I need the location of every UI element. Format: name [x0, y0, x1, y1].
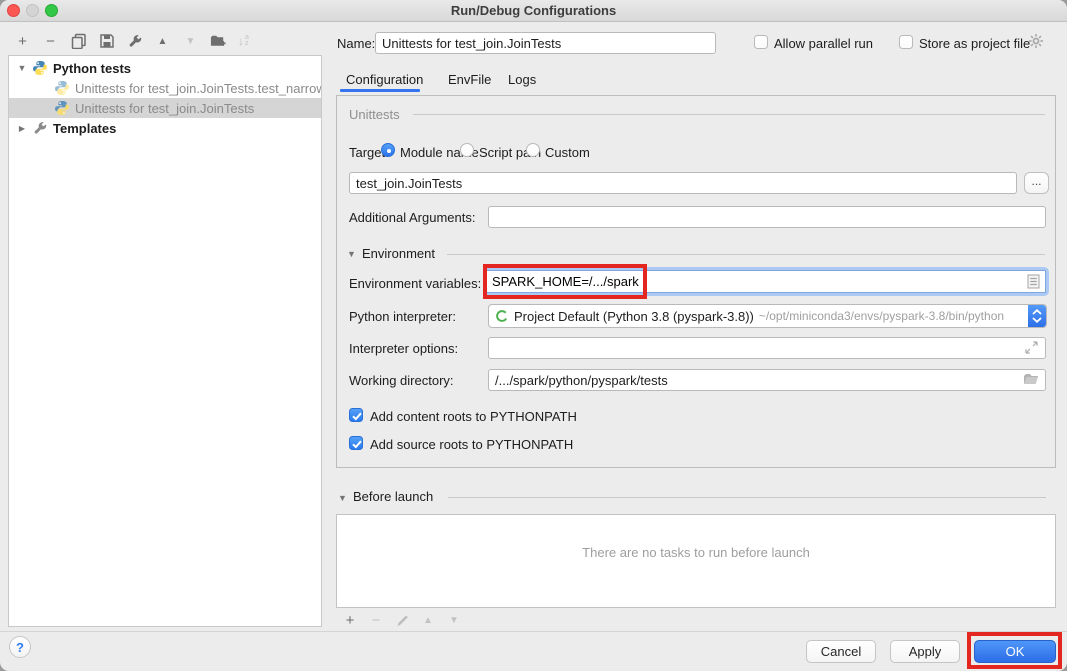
add-task-icon[interactable]: +: [343, 611, 357, 629]
before-launch-section-title: Before launch: [353, 489, 433, 504]
target-custom-radio[interactable]: [526, 143, 540, 157]
add-content-roots-label: Add content roots to PYTHONPATH: [370, 409, 577, 424]
interpreter-options-label: Interpreter options:: [349, 341, 458, 356]
module-name-input[interactable]: [349, 172, 1017, 194]
target-module-name-radio[interactable]: [381, 143, 395, 157]
tree-item-label: Unittests for test_join.JoinTests: [75, 101, 254, 116]
before-launch-task-list: There are no tasks to run before launch: [336, 514, 1056, 608]
save-configuration-icon[interactable]: [98, 32, 115, 50]
additional-arguments-input[interactable]: [488, 206, 1046, 228]
store-as-project-file-checkbox[interactable]: [899, 35, 913, 49]
configurations-tree: ▼ Python tests Unittests for test_join.J…: [8, 55, 322, 627]
move-down-icon: ▼: [182, 32, 199, 50]
move-task-down-icon: ▼: [447, 611, 461, 629]
tab-envfile[interactable]: EnvFile: [448, 72, 491, 87]
select-arrows-icon[interactable]: [1028, 305, 1046, 327]
active-tab-underline: [340, 89, 420, 92]
expand-icon[interactable]: ▶: [16, 124, 28, 133]
environment-section-title: Environment: [362, 246, 435, 261]
tree-item-test-narrow[interactable]: Unittests for test_join.JoinTests.test_n…: [9, 78, 321, 98]
wrench-icon: [32, 120, 48, 136]
new-folder-icon[interactable]: [210, 32, 227, 50]
additional-arguments-label: Additional Arguments:: [349, 210, 475, 225]
folder-icon[interactable]: [1023, 372, 1039, 389]
move-up-icon[interactable]: ▲: [154, 32, 171, 50]
expand-field-icon[interactable]: [1025, 341, 1038, 357]
group-divider: [413, 114, 1045, 115]
section-divider: [447, 254, 1045, 255]
unittests-group-title: Unittests: [349, 107, 400, 122]
environment-variables-label: Environment variables:: [349, 276, 481, 291]
collapse-icon[interactable]: ▼: [16, 63, 28, 73]
environment-variables-field-focus: [483, 267, 1049, 296]
python-icon: [32, 60, 48, 76]
cancel-button[interactable]: Cancel: [806, 640, 876, 663]
environment-variables-input[interactable]: [486, 270, 1046, 293]
tree-item-python-tests[interactable]: ▼ Python tests: [9, 58, 321, 78]
copy-configuration-icon[interactable]: [70, 32, 87, 50]
environment-collapse-icon[interactable]: ▼: [347, 249, 356, 259]
add-configuration-icon[interactable]: +: [14, 32, 31, 50]
conda-env-icon: [495, 309, 509, 323]
python-interpreter-label: Python interpreter:: [349, 309, 456, 324]
target-custom-label: Custom: [545, 145, 590, 160]
tree-item-jointests-selected[interactable]: Unittests for test_join.JoinTests: [9, 98, 321, 118]
move-task-up-icon: ▲: [421, 611, 435, 629]
tree-item-label: Templates: [53, 121, 116, 136]
python-interpreter-value: Project Default (Python 3.8 (pyspark-3.8…: [514, 309, 754, 324]
name-label: Name:: [337, 36, 375, 51]
window-title: Run/Debug Configurations: [0, 3, 1067, 18]
title-bar: Run/Debug Configurations: [0, 0, 1067, 22]
tab-logs[interactable]: Logs: [508, 72, 536, 87]
before-launch-empty-message: There are no tasks to run before launch: [337, 545, 1055, 560]
before-launch-collapse-icon[interactable]: ▼: [338, 493, 347, 503]
help-button[interactable]: ?: [9, 636, 31, 658]
configuration-panel: Unittests Target: Module name Script pat…: [336, 95, 1056, 468]
add-source-roots-label: Add source roots to PYTHONPATH: [370, 437, 573, 452]
configurations-toolbar: + − ▲ ▼ ↓ az: [14, 31, 249, 51]
remove-configuration-icon[interactable]: −: [42, 32, 59, 50]
python-interpreter-path: ~/opt/miniconda3/envs/pyspark-3.8/bin/py…: [759, 309, 1004, 323]
python-icon: [54, 100, 70, 116]
python-icon: [54, 80, 70, 96]
allow-parallel-run-label: Allow parallel run: [774, 36, 873, 51]
before-launch-toolbar: + − ▲ ▼: [343, 611, 461, 629]
working-directory-label: Working directory:: [349, 373, 454, 388]
store-as-project-file-label: Store as project file: [919, 36, 1030, 51]
gear-icon[interactable]: [1028, 33, 1044, 52]
add-source-roots-checkbox[interactable]: [349, 436, 363, 450]
edit-task-icon: [395, 611, 409, 629]
ok-button[interactable]: OK: [974, 640, 1056, 663]
run-debug-configurations-dialog: Run/Debug Configurations + − ▲ ▼ ↓ az ▼ …: [0, 0, 1067, 671]
name-input[interactable]: [375, 32, 716, 54]
tab-configuration[interactable]: Configuration: [346, 72, 423, 87]
tree-item-label: Unittests for test_join.JoinTests.test_n…: [75, 81, 321, 96]
section-divider: [448, 497, 1046, 498]
working-directory-input[interactable]: [488, 369, 1046, 391]
remove-task-icon: −: [369, 611, 383, 629]
browse-module-button[interactable]: ...: [1024, 172, 1049, 194]
interpreter-options-input[interactable]: [488, 337, 1046, 359]
edit-variables-icon[interactable]: [1027, 274, 1040, 292]
sort-configurations-icon: ↓ az: [238, 34, 249, 48]
edit-templates-icon[interactable]: [126, 32, 143, 50]
add-content-roots-checkbox[interactable]: [349, 408, 363, 422]
target-script-path-radio[interactable]: [460, 143, 474, 157]
allow-parallel-run-checkbox[interactable]: [754, 35, 768, 49]
tree-item-label: Python tests: [53, 61, 131, 76]
apply-button[interactable]: Apply: [890, 640, 960, 663]
tree-item-templates[interactable]: ▶ Templates: [9, 118, 321, 138]
python-interpreter-select[interactable]: Project Default (Python 3.8 (pyspark-3.8…: [488, 304, 1047, 328]
footer-divider: [0, 631, 1067, 632]
